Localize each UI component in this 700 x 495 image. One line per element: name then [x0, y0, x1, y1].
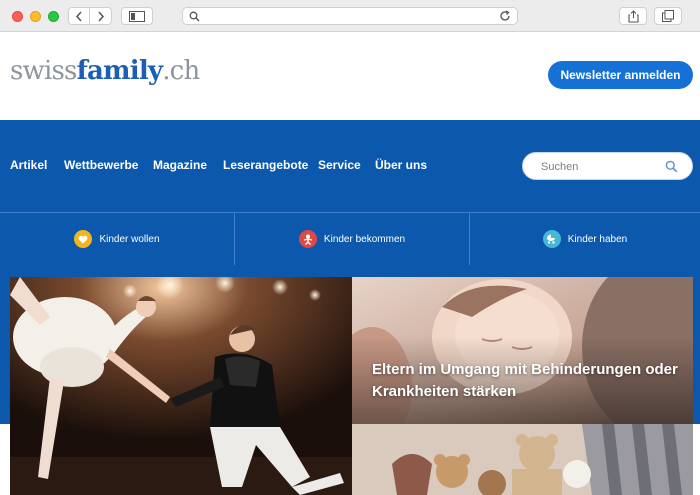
tabs-icon: [662, 10, 674, 22]
reload-icon[interactable]: [499, 10, 511, 22]
teddy-bears-photo: [352, 424, 693, 495]
share-button[interactable]: [619, 7, 647, 25]
search-icon[interactable]: [665, 160, 678, 173]
ballet-dancers-photo: [10, 277, 352, 495]
stroller-icon: [542, 230, 561, 248]
logo-part-swiss: swiss: [10, 56, 77, 86]
search-icon: [189, 11, 200, 22]
site-header: swissfamily.ch Newsletter anmelden: [0, 32, 700, 120]
stage-kinder-haben[interactable]: Kinder haben: [470, 213, 700, 265]
sidebar-icon: [129, 10, 145, 22]
nav-item-service[interactable]: Service: [318, 158, 361, 172]
address-bar[interactable]: [182, 7, 518, 25]
logo-part-family: family: [76, 56, 163, 86]
feature-headline[interactable]: Eltern im Umgang mit Behinderungen oder …: [372, 359, 688, 403]
teaser-article-image[interactable]: [352, 424, 693, 495]
stage-kinder-bekommen[interactable]: Kinder bekommen: [235, 213, 469, 265]
tabs-button[interactable]: [654, 7, 682, 25]
nav-item-ueber-uns[interactable]: Über uns: [375, 158, 427, 172]
minimize-window-button[interactable]: [30, 11, 41, 22]
nav-item-magazine[interactable]: Magazine: [153, 158, 207, 172]
stage-kinder-wollen[interactable]: Kinder wollen: [0, 213, 234, 265]
chevron-right-icon: [97, 11, 104, 21]
life-stage-bar: Kinder wollen Kinder bekommen Kinder hab…: [0, 212, 700, 265]
browser-toolbar: [0, 0, 700, 32]
nav-item-leserangebote[interactable]: Leserangebote: [223, 158, 308, 172]
site-logo[interactable]: swissfamily.ch: [10, 56, 200, 86]
nav-item-wettbewerbe[interactable]: Wettbewerbe: [64, 158, 138, 172]
zoom-window-button[interactable]: [48, 11, 59, 22]
baby-icon: [298, 230, 317, 248]
feature-article[interactable]: Eltern im Umgang mit Behinderungen oder …: [352, 277, 693, 424]
heart-icon: [74, 230, 93, 248]
logo-part-ch: .ch: [162, 56, 200, 86]
sidebar-toggle-button[interactable]: [121, 7, 153, 25]
nav-item-artikel[interactable]: Artikel: [10, 158, 47, 172]
stage-label: Kinder bekommen: [323, 233, 406, 245]
main-nav: Artikel Wettbewerbe Magazine Leserangebo…: [0, 120, 700, 212]
back-button[interactable]: [68, 7, 90, 25]
stage-label: Kinder wollen: [99, 233, 160, 245]
share-icon: [627, 9, 639, 23]
newsletter-button[interactable]: Newsletter anmelden: [548, 61, 693, 89]
search-input[interactable]: [541, 159, 661, 174]
forward-button[interactable]: [90, 7, 112, 25]
close-window-button[interactable]: [12, 11, 23, 22]
main-article-image[interactable]: [10, 277, 352, 495]
chevron-left-icon: [75, 11, 82, 21]
stage-label: Kinder haben: [567, 233, 628, 245]
site-search: [522, 152, 693, 180]
